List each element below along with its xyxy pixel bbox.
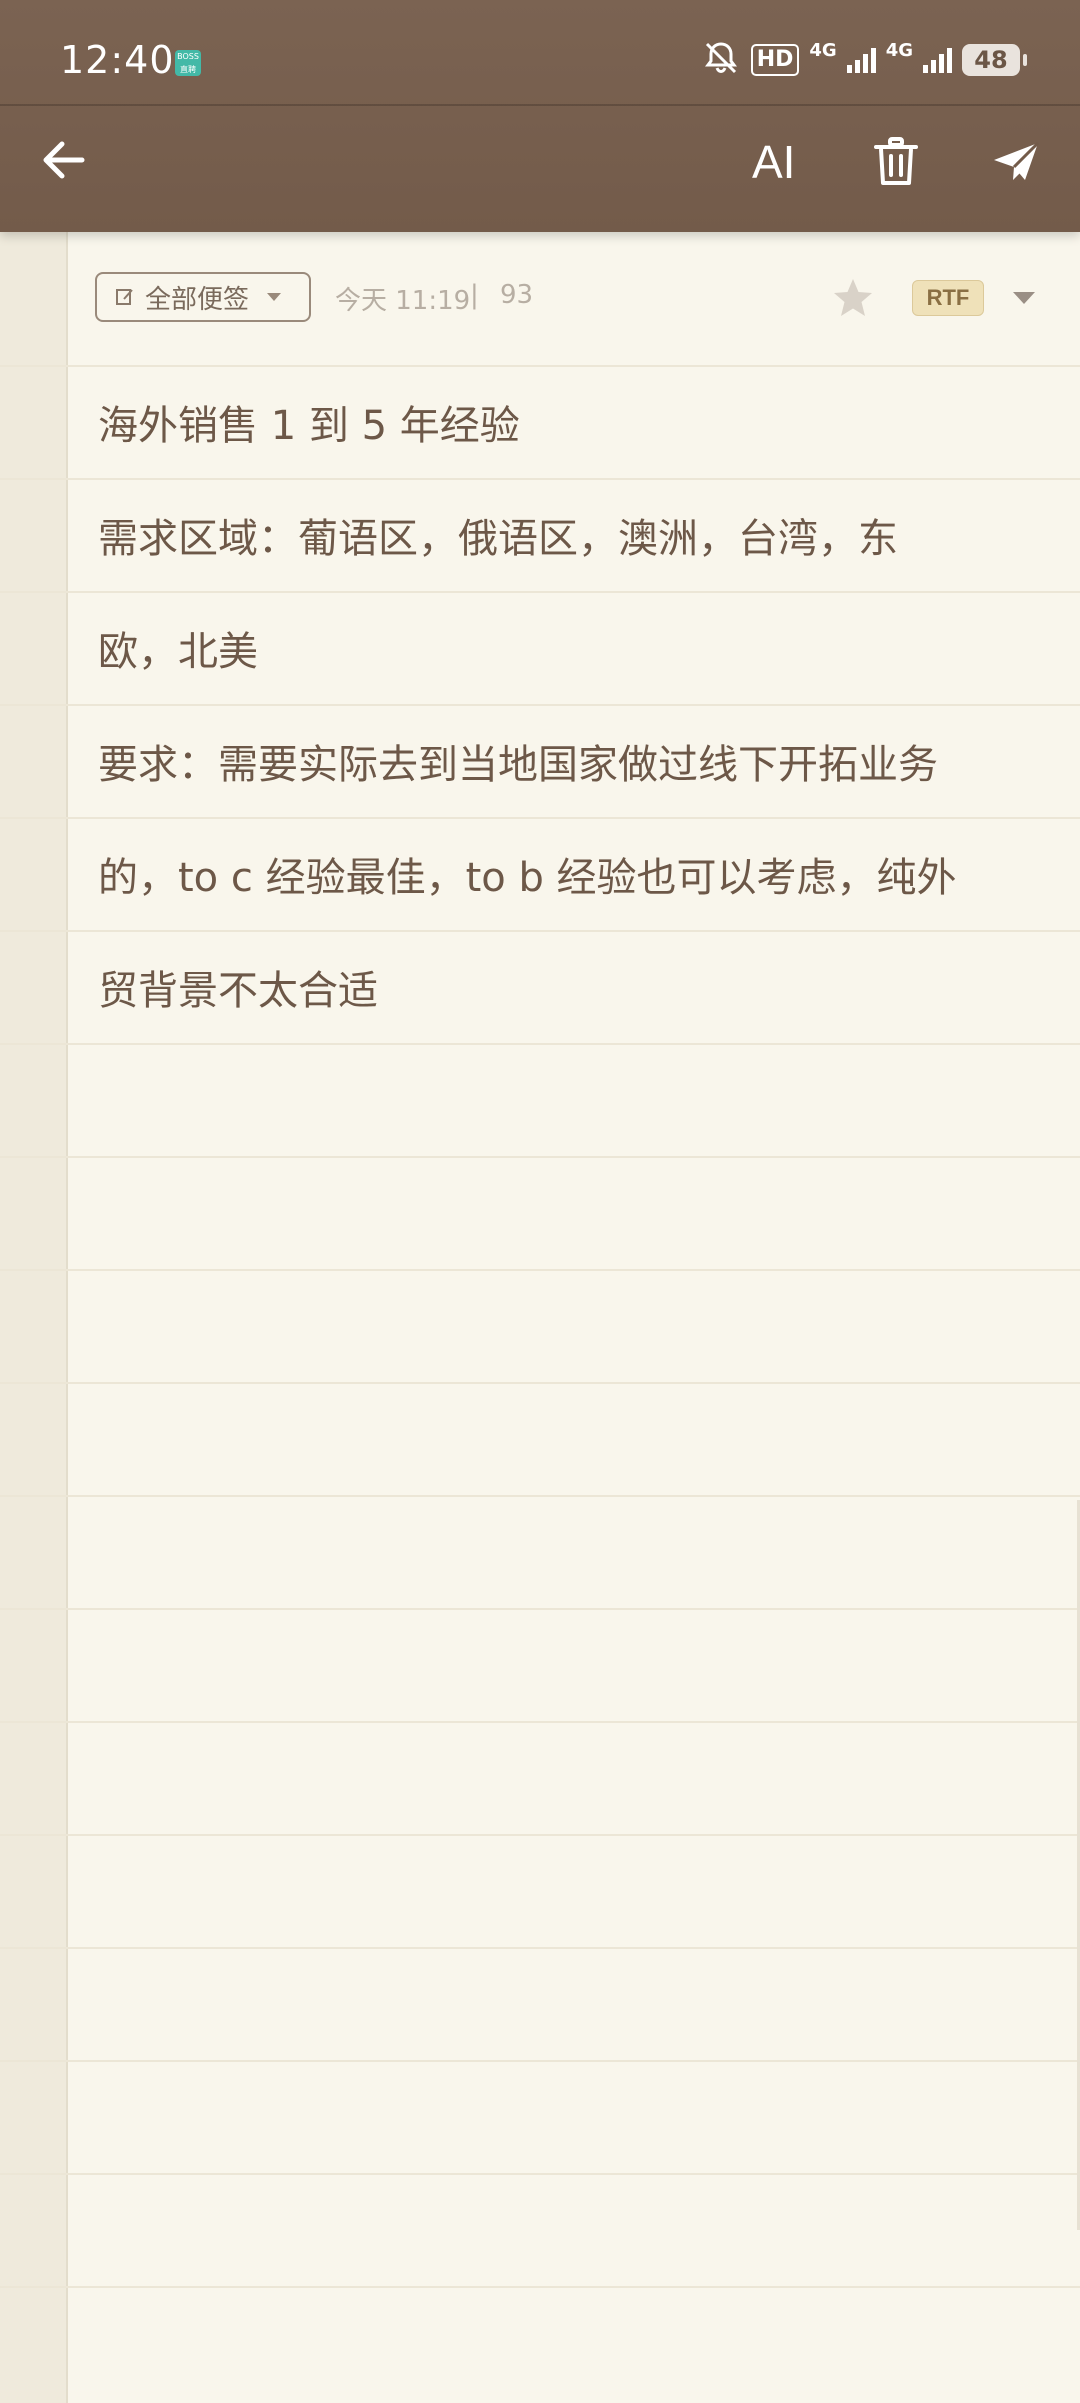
chevron-down-icon: [267, 293, 282, 301]
signal-strength-icon-1: [846, 47, 876, 73]
mute-bell-icon: [701, 40, 741, 80]
network-type-1: 4G: [809, 39, 837, 61]
top-app-bar: 12:40 BOSS 直聘 HD 4G 4G 48 AI: [0, 0, 1080, 232]
send-button[interactable]: [986, 132, 1046, 192]
star-icon: [834, 279, 872, 316]
meta-separator: |: [470, 280, 479, 310]
battery-icon: 48: [962, 44, 1027, 76]
note-line-5[interactable]: 的，to c 经验最佳，to b 经验也可以考虑，纯外: [98, 822, 1028, 935]
character-count: 93: [500, 280, 534, 310]
status-divider: [0, 104, 1080, 106]
note-line-4[interactable]: 要求：需要实际去到当地国家做过线下开拓业务: [98, 709, 1028, 822]
rtf-format-badge[interactable]: RTF: [912, 280, 984, 316]
paper-plane-icon: [994, 141, 1040, 180]
edit-note-icon: [116, 289, 133, 305]
hd-voice-badge: HD: [750, 44, 800, 76]
arrow-left-icon: [43, 141, 85, 179]
ai-button[interactable]: AI: [752, 134, 795, 190]
note-timestamp: 今天 11:19: [335, 286, 471, 316]
category-label: 全部便签: [145, 284, 250, 315]
status-icons: HD 4G 4G 48: [701, 39, 1027, 80]
note-line-6[interactable]: 贸背景不太合适: [98, 935, 1028, 1048]
note-line-1[interactable]: 海外销售 1 到 5 年经验: [98, 370, 1028, 483]
trash-icon: [874, 137, 918, 185]
network-type-2: 4G: [885, 39, 913, 61]
status-time: 12:40: [60, 38, 175, 82]
back-button[interactable]: [36, 132, 92, 188]
note-meta-row: 全部便签 今天 11:19 | 93 RTF: [95, 270, 1045, 326]
favorite-button[interactable]: [829, 274, 877, 322]
expand-toolbar-chevron-icon[interactable]: [1013, 292, 1035, 304]
note-line-3[interactable]: 欧，北美: [98, 596, 1028, 709]
category-dropdown[interactable]: 全部便签: [95, 272, 311, 322]
delete-button[interactable]: [866, 132, 926, 192]
signal-strength-icon-2: [923, 47, 952, 73]
note-content[interactable]: 海外销售 1 到 5 年经验 需求区域：葡语区，俄语区，澳洲，台湾，东 欧，北美…: [98, 370, 1028, 1048]
boss-app-notification-icon: BOSS 直聘: [175, 50, 201, 76]
note-line-2[interactable]: 需求区域：葡语区，俄语区，澳洲，台湾，东: [98, 483, 1028, 596]
